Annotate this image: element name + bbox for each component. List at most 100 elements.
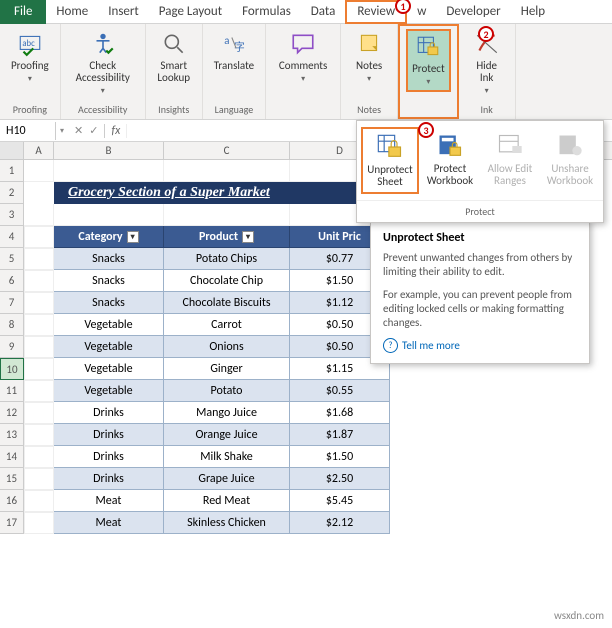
title-cell[interactable]: Grocery Section of a Super Market [54, 182, 390, 204]
chevron-down-icon: ▾ [301, 75, 305, 84]
namebox-dropdown[interactable]: ▾ [56, 126, 68, 136]
table-cell[interactable]: $1.68 [290, 402, 390, 424]
tab-insert[interactable]: Insert [98, 0, 149, 24]
select-all[interactable] [0, 142, 24, 159]
table-cell[interactable]: Drinks [54, 402, 164, 424]
row-header[interactable]: 13 [0, 424, 24, 446]
row-header[interactable]: 16 [0, 490, 24, 512]
table-cell[interactable]: Meat [54, 512, 164, 534]
table-cell[interactable]: Meat [54, 490, 164, 512]
translate-button[interactable]: a字 Translate [209, 27, 259, 76]
tab-help[interactable]: Help [511, 0, 555, 24]
tab-formulas[interactable]: Formulas [232, 0, 301, 24]
table-cell[interactable]: Drinks [54, 424, 164, 446]
name-box[interactable]: H10 [0, 122, 56, 140]
tab-view-fragment[interactable]: w [407, 0, 436, 24]
table-cell[interactable]: Snacks [54, 292, 164, 314]
table-cell[interactable]: Drinks [54, 468, 164, 490]
smart-lookup-button[interactable]: Smart Lookup [152, 27, 196, 88]
table-cell[interactable]: Mango Juice [164, 402, 290, 424]
table-cell[interactable]: Vegetable [54, 336, 164, 358]
row-header[interactable]: 4 [0, 226, 24, 248]
allow-edit-ranges-button: Allow Edit Ranges [481, 127, 539, 194]
unprotect-sheet-button[interactable]: Unprotect Sheet [361, 127, 419, 194]
row-header[interactable]: 6 [0, 270, 24, 292]
row-header[interactable]: 15 [0, 468, 24, 490]
tab-developer[interactable]: Developer [436, 0, 510, 24]
proofing-button[interactable]: abc Proofing▾ [6, 27, 54, 88]
row-header[interactable]: 12 [0, 402, 24, 424]
group-comments: Comments▾ [266, 24, 341, 119]
tooltip-text: Prevent unwanted changes from others by … [383, 251, 577, 280]
table-cell[interactable]: $5.45 [290, 490, 390, 512]
table-cell[interactable]: Chocolate Chip [164, 270, 290, 292]
table-cell[interactable]: Vegetable [54, 380, 164, 402]
table-header[interactable]: Product▾ [164, 226, 290, 248]
col-header[interactable]: C [164, 142, 290, 159]
row-header[interactable]: 5 [0, 248, 24, 270]
table-cell[interactable]: $2.50 [290, 468, 390, 490]
chevron-down-icon: ▾ [485, 87, 489, 96]
table-cell[interactable]: $1.50 [290, 446, 390, 468]
table-cell[interactable]: $1.87 [290, 424, 390, 446]
table-cell[interactable]: Orange Juice [164, 424, 290, 446]
table-cell[interactable]: Onions [164, 336, 290, 358]
table-cell[interactable]: Grape Juice [164, 468, 290, 490]
filter-icon[interactable]: ▾ [242, 231, 254, 243]
table-cell[interactable]: $0.55 [290, 380, 390, 402]
protect-dropdown: Unprotect Sheet Protect Workbook Allow E… [356, 120, 604, 223]
note-icon [356, 31, 382, 57]
table-header[interactable]: Category▾ [54, 226, 164, 248]
comments-button[interactable]: Comments▾ [272, 27, 334, 88]
row-header[interactable]: 11 [0, 380, 24, 402]
col-header[interactable]: A [24, 142, 54, 159]
table-cell[interactable]: Milk Shake [164, 446, 290, 468]
table-cell[interactable]: Potato [164, 380, 290, 402]
protect-group-label: Protect [357, 200, 603, 222]
table-cell[interactable]: $2.12 [290, 512, 390, 534]
table-cell[interactable]: Drinks [54, 446, 164, 468]
protect-sheet-icon [415, 34, 441, 60]
filter-icon[interactable]: ▾ [127, 231, 139, 243]
row-header[interactable]: 1 [0, 160, 24, 182]
row-header[interactable]: 2 [0, 182, 24, 204]
table-cell[interactable]: Carrot [164, 314, 290, 336]
check-accessibility-button[interactable]: Check Accessibility▾ [67, 27, 139, 100]
table-cell[interactable]: Ginger [164, 358, 290, 380]
protect-button[interactable]: Protect▾ [406, 29, 451, 92]
tab-home[interactable]: Home [46, 0, 98, 24]
group-label: Accessibility [78, 103, 127, 116]
table-cell[interactable]: Potato Chips [164, 248, 290, 270]
group-accessibility: Check Accessibility▾ Accessibility [61, 24, 146, 119]
row-header[interactable]: 9 [0, 336, 24, 358]
chevron-down-icon: ▾ [28, 75, 32, 84]
row-header[interactable]: 14 [0, 446, 24, 468]
notes-button[interactable]: Notes▾ [347, 27, 391, 88]
group-protect: Protect▾ [398, 24, 459, 119]
chevron-down-icon: ▾ [101, 87, 105, 96]
translate-icon: a字 [221, 31, 247, 57]
fx-icon[interactable]: fx [104, 124, 127, 138]
tooltip-title: Unprotect Sheet [383, 231, 577, 245]
row-header[interactable]: 3 [0, 204, 24, 226]
table-cell[interactable]: Chocolate Biscuits [164, 292, 290, 314]
table-cell[interactable]: Snacks [54, 248, 164, 270]
col-header[interactable]: B [54, 142, 164, 159]
tab-file[interactable]: File [0, 0, 46, 24]
table-cell[interactable]: Vegetable [54, 358, 164, 380]
callout-3: 3 [418, 122, 434, 138]
row-header[interactable]: 8 [0, 314, 24, 336]
chevron-down-icon: ▾ [367, 75, 371, 84]
tell-me-more-link[interactable]: Tell me more [383, 338, 577, 353]
tab-data[interactable]: Data [301, 0, 346, 24]
row-header[interactable]: 7 [0, 292, 24, 314]
table-cell[interactable]: Snacks [54, 270, 164, 292]
table-cell[interactable]: Vegetable [54, 314, 164, 336]
tab-page-layout[interactable]: Page Layout [149, 0, 232, 24]
row-header[interactable]: 10 [0, 358, 24, 380]
callout-2: 2 [478, 26, 494, 42]
row-header[interactable]: 17 [0, 512, 24, 534]
group-label: Proofing [13, 103, 47, 116]
table-cell[interactable]: Skinless Chicken [164, 512, 290, 534]
table-cell[interactable]: Red Meat [164, 490, 290, 512]
